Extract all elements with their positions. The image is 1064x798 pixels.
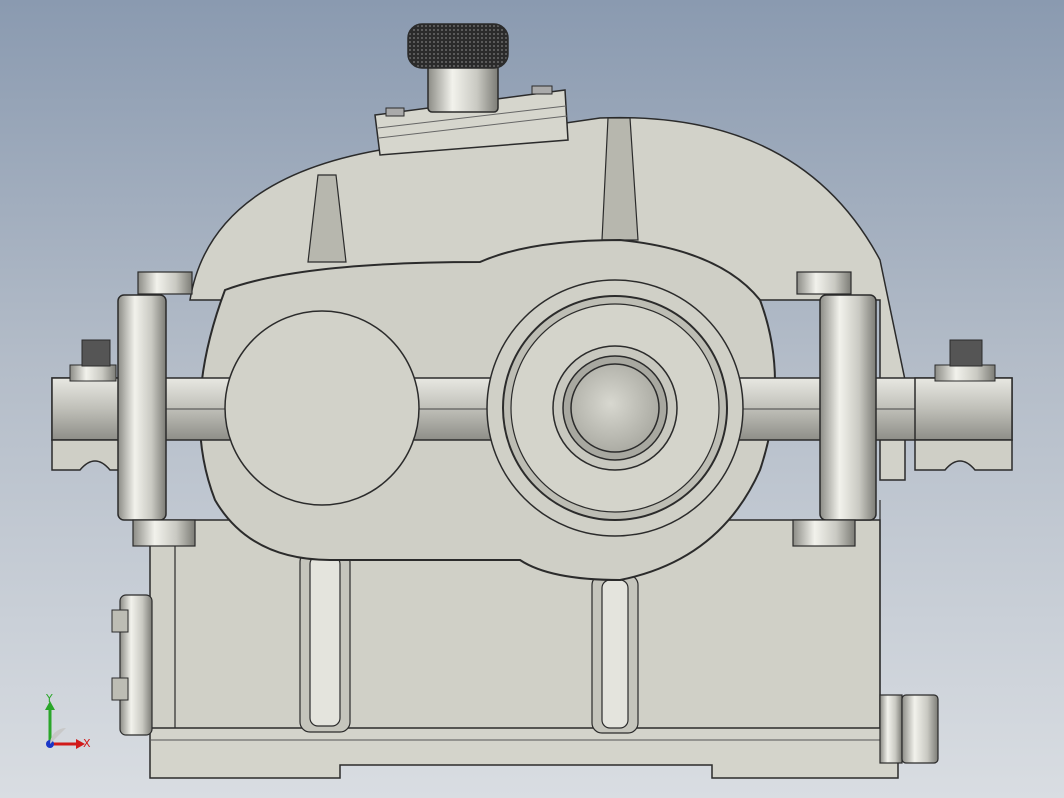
- y-axis-label: Y: [46, 692, 53, 705]
- right-flange-arm: [914, 377, 1013, 441]
- drain-plug: [879, 694, 939, 764]
- left-bearing-cover: [224, 310, 420, 506]
- x-axis-label: X: [83, 737, 91, 750]
- oil-level-gauge: [111, 594, 153, 736]
- right-bearing-cover: [486, 279, 744, 537]
- orientation-triad[interactable]: Y X: [40, 692, 100, 756]
- breather-plug: [407, 23, 509, 113]
- gear-reducer-model[interactable]: [0, 0, 1064, 798]
- base-foot: [149, 727, 899, 779]
- cad-viewport[interactable]: Y X: [0, 0, 1064, 798]
